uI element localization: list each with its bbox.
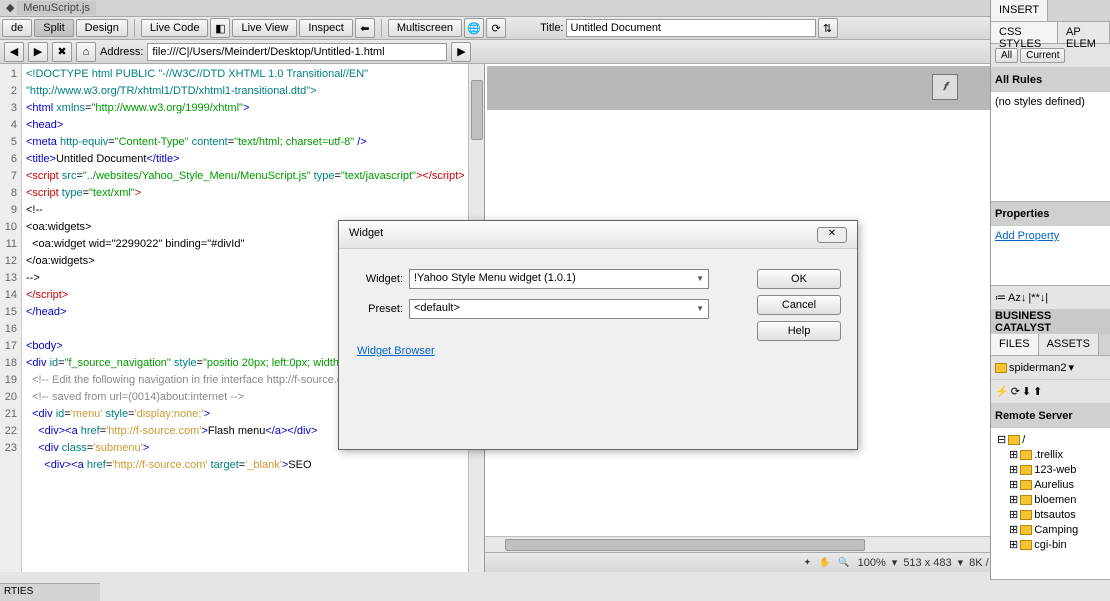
add-property-link[interactable]: Add Property: [995, 230, 1059, 242]
category-icon[interactable]: |**↓|: [1028, 292, 1048, 304]
file-tree[interactable]: ⊟/⊞.trellix⊞123-web⊞Aurelius⊞bloemen⊞bts…: [991, 428, 1110, 580]
divider: [134, 19, 135, 37]
dialog-titlebar[interactable]: Widget ✕: [339, 221, 857, 249]
zoom-dropdown-icon[interactable]: ▾: [892, 556, 898, 569]
dialog-form: Widget: !Yahoo Style Menu widget (1.0.1)…: [355, 269, 741, 357]
home-icon[interactable]: ⌂: [76, 42, 96, 62]
livecode-button[interactable]: Live Code: [141, 19, 209, 37]
refresh-icon[interactable]: ⟳: [1011, 385, 1020, 398]
files-tab[interactable]: FILES: [991, 334, 1039, 355]
site-dropdown[interactable]: spiderman2: [1009, 362, 1066, 374]
connect-icon[interactable]: ⚡: [995, 385, 1009, 398]
css-mode-row: All Current: [991, 44, 1110, 68]
dialog-close-button[interactable]: ✕: [817, 227, 847, 243]
tree-item[interactable]: ⊞cgi-bin: [995, 537, 1106, 552]
dim-dropdown-icon[interactable]: ▾: [958, 556, 964, 569]
tab-icon: ◆: [6, 2, 14, 14]
toolbar-address: ◀ ▶ ✖ ⌂ Address: ▶ ☰ ☷: [0, 40, 1110, 64]
tree-item[interactable]: ⊞Aurelius: [995, 477, 1106, 492]
preset-label: Preset:: [355, 303, 409, 315]
divider: [381, 19, 382, 37]
properties-panel-tab[interactable]: RTIES: [0, 583, 100, 601]
insert-tab[interactable]: INSERT: [991, 0, 1048, 21]
properties-body: Add Property: [991, 226, 1110, 286]
multiscreen-button[interactable]: Multiscreen: [388, 19, 462, 37]
file-tab[interactable]: MenuScript.js: [17, 1, 96, 15]
flash-icon: 𝒇: [932, 74, 958, 100]
folder-icon: [995, 363, 1007, 373]
css-styles-tab[interactable]: CSS STYLES: [991, 22, 1058, 43]
tree-item[interactable]: ⊞btsautos: [995, 507, 1106, 522]
scroll-thumb[interactable]: [505, 539, 865, 551]
preset-select[interactable]: <default>: [409, 299, 709, 319]
zoom-level[interactable]: 100%: [858, 557, 886, 569]
zoom-tool-icon[interactable]: 🔍: [838, 557, 851, 568]
attach-icon[interactable]: ≔: [995, 291, 1006, 304]
dialog-body: Widget: !Yahoo Style Menu widget (1.0.1)…: [339, 249, 857, 377]
selection-tool-icon[interactable]: ✦: [804, 557, 814, 568]
filemgmt-icon[interactable]: ⇅: [818, 18, 838, 38]
ap-elements-tab[interactable]: AP ELEM: [1058, 22, 1110, 43]
chevron-down-icon[interactable]: ▾: [1068, 361, 1074, 374]
browser-preview-icon[interactable]: 🌐: [464, 18, 484, 38]
site-selector-row: spiderman2 ▾: [991, 356, 1110, 380]
dialog-title-text: Widget: [349, 227, 383, 242]
stop-icon[interactable]: ✖: [52, 42, 72, 62]
css-footer-icons: ≔ Aᴢ↓ |**↓|: [991, 286, 1110, 310]
design-view-button[interactable]: Design: [76, 19, 128, 37]
inspect-toggle-icon[interactable]: ◧: [210, 18, 230, 38]
tree-item[interactable]: ⊞bloemen: [995, 492, 1106, 507]
css-panel-tab-row: CSS STYLES AP ELEM: [991, 22, 1110, 44]
scroll-thumb[interactable]: [471, 80, 483, 140]
css-all-button[interactable]: All: [995, 48, 1018, 63]
dimensions[interactable]: 513 x 483: [903, 557, 951, 569]
css-rules-body: (no styles defined): [991, 92, 1110, 202]
line-gutter: 1234567891011121314151617181920212223: [0, 64, 22, 572]
tree-item[interactable]: ⊞.trellix: [995, 447, 1106, 462]
hand-tool-icon[interactable]: ✋: [819, 557, 832, 568]
get-icon[interactable]: ⬇: [1022, 385, 1031, 398]
tree-item[interactable]: ⊞123-web: [995, 462, 1106, 477]
right-panel-group: INSERT CSS STYLES AP ELEM All Current Al…: [990, 0, 1110, 580]
document-tabbar: ◆ MenuScript.js: [0, 0, 1110, 16]
tree-item[interactable]: ⊞Camping: [995, 522, 1106, 537]
back-icon[interactable]: ◀: [4, 42, 24, 62]
browse-back-icon[interactable]: ⬅: [355, 18, 375, 38]
put-icon[interactable]: ⬆: [1033, 385, 1042, 398]
all-rules-header: All Rules: [991, 68, 1110, 92]
dialog-buttons: OK Cancel Help: [741, 269, 841, 357]
file-toolbar: ⚡ ⟳ ⬇ ⬆: [991, 380, 1110, 404]
properties-header: Properties: [991, 202, 1110, 226]
refresh-icon[interactable]: ⟳: [486, 18, 506, 38]
go-icon[interactable]: ▶: [451, 42, 471, 62]
assets-tab[interactable]: ASSETS: [1039, 334, 1099, 355]
cancel-button[interactable]: Cancel: [757, 295, 841, 315]
insert-panel-tab-row: INSERT: [991, 0, 1110, 22]
widget-label: Widget:: [355, 273, 409, 285]
ok-button[interactable]: OK: [757, 269, 841, 289]
widget-dialog: Widget ✕ Widget: !Yahoo Style Menu widge…: [338, 220, 858, 450]
title-input[interactable]: [566, 19, 816, 37]
az-icon[interactable]: Aᴢ↓: [1008, 292, 1026, 304]
no-styles-text: (no styles defined): [995, 96, 1085, 108]
title-label: Title:: [540, 22, 563, 34]
css-current-button[interactable]: Current: [1020, 48, 1065, 63]
inspect-button[interactable]: Inspect: [299, 19, 352, 37]
files-panel-tab-row: FILES ASSETS: [991, 334, 1110, 356]
address-input[interactable]: [147, 43, 447, 61]
widget-select[interactable]: !Yahoo Style Menu widget (1.0.1): [409, 269, 709, 289]
help-button[interactable]: Help: [757, 321, 841, 341]
code-view-button[interactable]: de: [2, 19, 32, 37]
business-catalyst-header[interactable]: BUSINESS CATALYST: [991, 310, 1110, 334]
address-label: Address:: [100, 46, 143, 58]
toolbar-main: de Split Design Live Code ◧ Live View In…: [0, 16, 1110, 40]
remote-server-header: Remote Server: [991, 404, 1110, 428]
forward-icon[interactable]: ▶: [28, 42, 48, 62]
split-view-button[interactable]: Split: [34, 19, 73, 37]
liveview-button[interactable]: Live View: [232, 19, 297, 37]
widget-browser-link[interactable]: Widget Browser: [355, 345, 435, 357]
